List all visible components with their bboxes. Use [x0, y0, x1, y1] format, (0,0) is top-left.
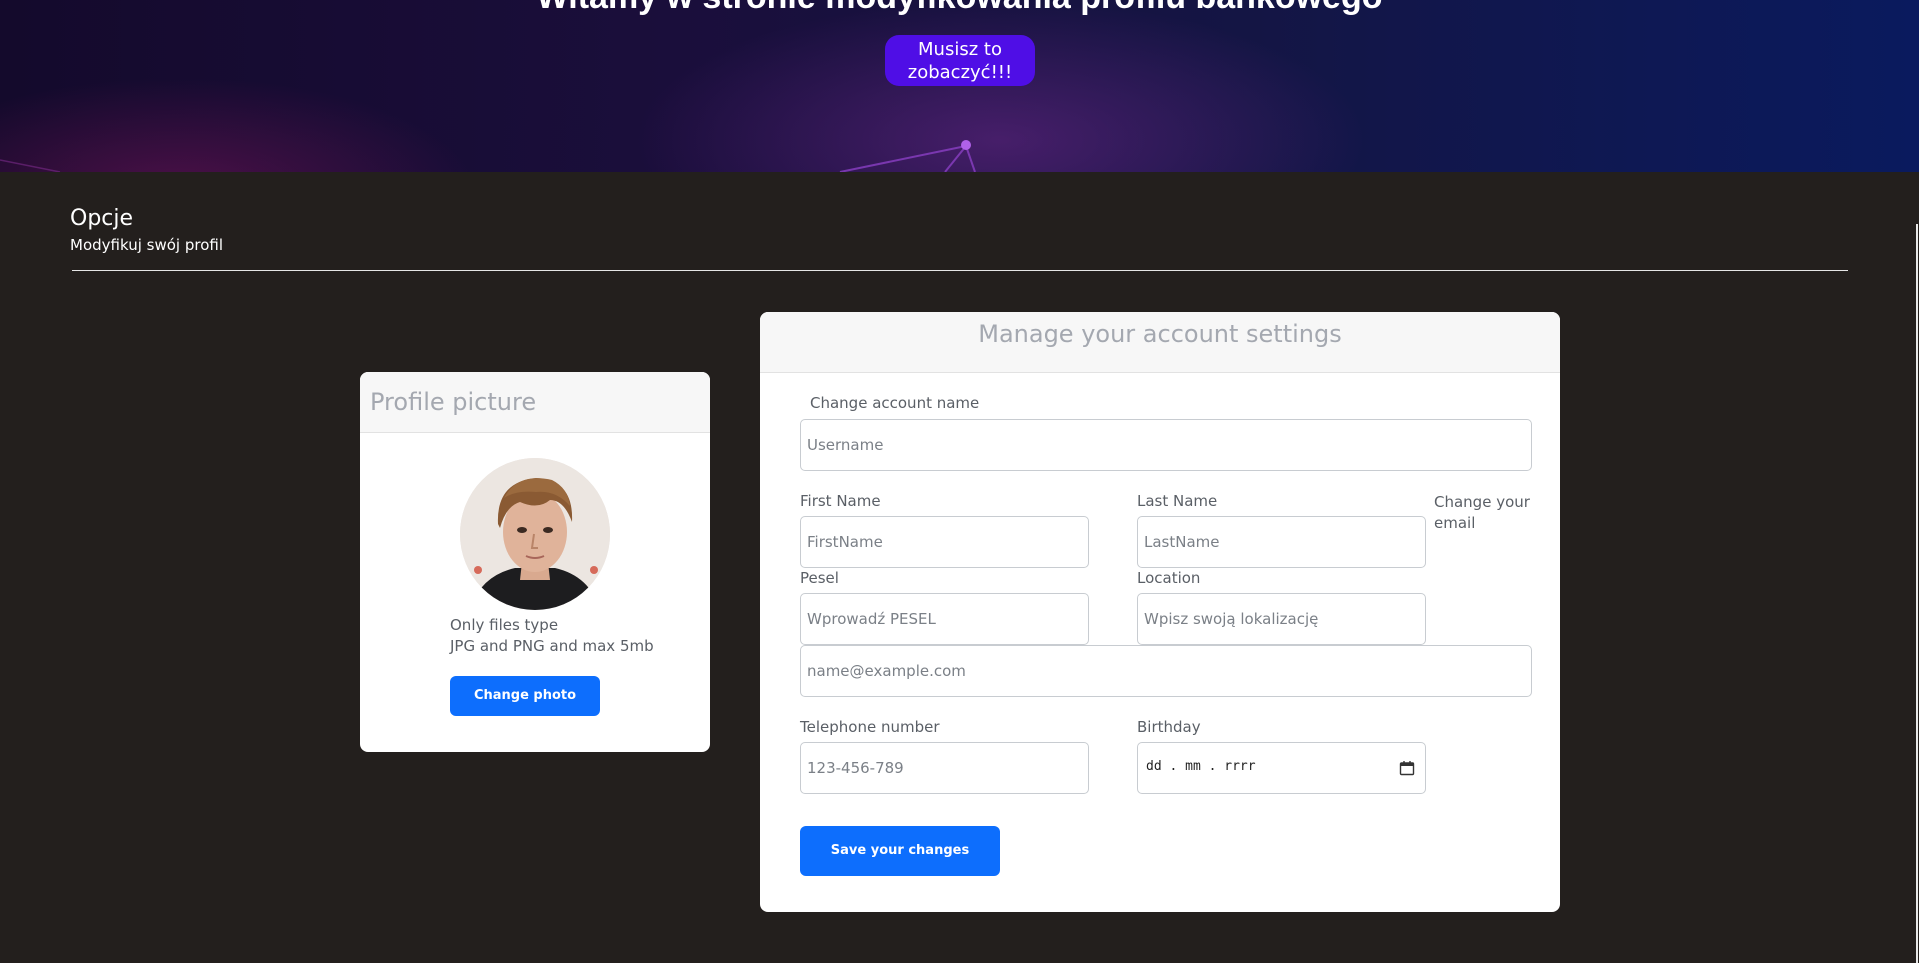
telephone-label: Telephone number: [800, 718, 940, 736]
last-name-input[interactable]: [1137, 516, 1426, 568]
hero-banner: Witamy w stronie modyfikowania profilu b…: [0, 0, 1919, 172]
account-card-header: Manage your account settings: [760, 312, 1560, 373]
username-input[interactable]: [800, 419, 1532, 471]
hero-network-decoration: [0, 140, 976, 172]
last-name-label: Last Name: [1137, 492, 1218, 510]
account-name-label: Change account name: [810, 394, 980, 412]
file-size-info: JPG and PNG and max 5mb: [450, 637, 654, 655]
first-name-input[interactable]: [800, 516, 1089, 568]
calendar-icon[interactable]: [1399, 760, 1415, 776]
change-photo-button[interactable]: Change photo: [450, 676, 600, 716]
save-changes-button[interactable]: Save your changes: [800, 826, 1000, 876]
birthday-input[interactable]: dd . mm . rrrr: [1137, 742, 1426, 794]
must-see-button-line1: Musisz to: [918, 39, 1002, 60]
account-settings-card: Manage your account settings Change acco…: [760, 312, 1560, 912]
section-divider: [72, 270, 1848, 271]
avatar: [460, 458, 610, 610]
section-subtitle: Modyfikuj swój profil: [70, 236, 223, 254]
email-label-line2: email: [1434, 514, 1476, 532]
file-type-info: Only files type: [450, 616, 559, 634]
options-section: Opcje Modyfikuj swój profil Profile pict…: [0, 172, 1919, 964]
avatar-photo: [460, 458, 610, 610]
profile-card-header: Profile picture: [360, 372, 710, 433]
email-label-line1: Change your: [1434, 493, 1530, 511]
scrollbar[interactable]: [1916, 224, 1918, 963]
pesel-input[interactable]: [800, 593, 1089, 645]
pesel-label: Pesel: [800, 569, 839, 587]
must-see-button-line2: zobaczyć!!!: [907, 62, 1013, 83]
hero-title: Witamy w stronie modyfikowania profilu b…: [0, 0, 1919, 17]
birthday-label: Birthday: [1137, 718, 1201, 736]
telephone-input[interactable]: [800, 742, 1089, 794]
profile-picture-card: Profile picture Only files type JPG and …: [360, 372, 710, 752]
location-label: Location: [1137, 569, 1201, 587]
email-input[interactable]: [800, 645, 1532, 697]
first-name-label: First Name: [800, 492, 881, 510]
must-see-button[interactable]: Musisz to zobaczyć!!!: [885, 35, 1035, 86]
location-input[interactable]: [1137, 593, 1426, 645]
section-title: Opcje: [70, 206, 134, 231]
birthday-placeholder: dd . mm . rrrr: [1146, 759, 1256, 774]
